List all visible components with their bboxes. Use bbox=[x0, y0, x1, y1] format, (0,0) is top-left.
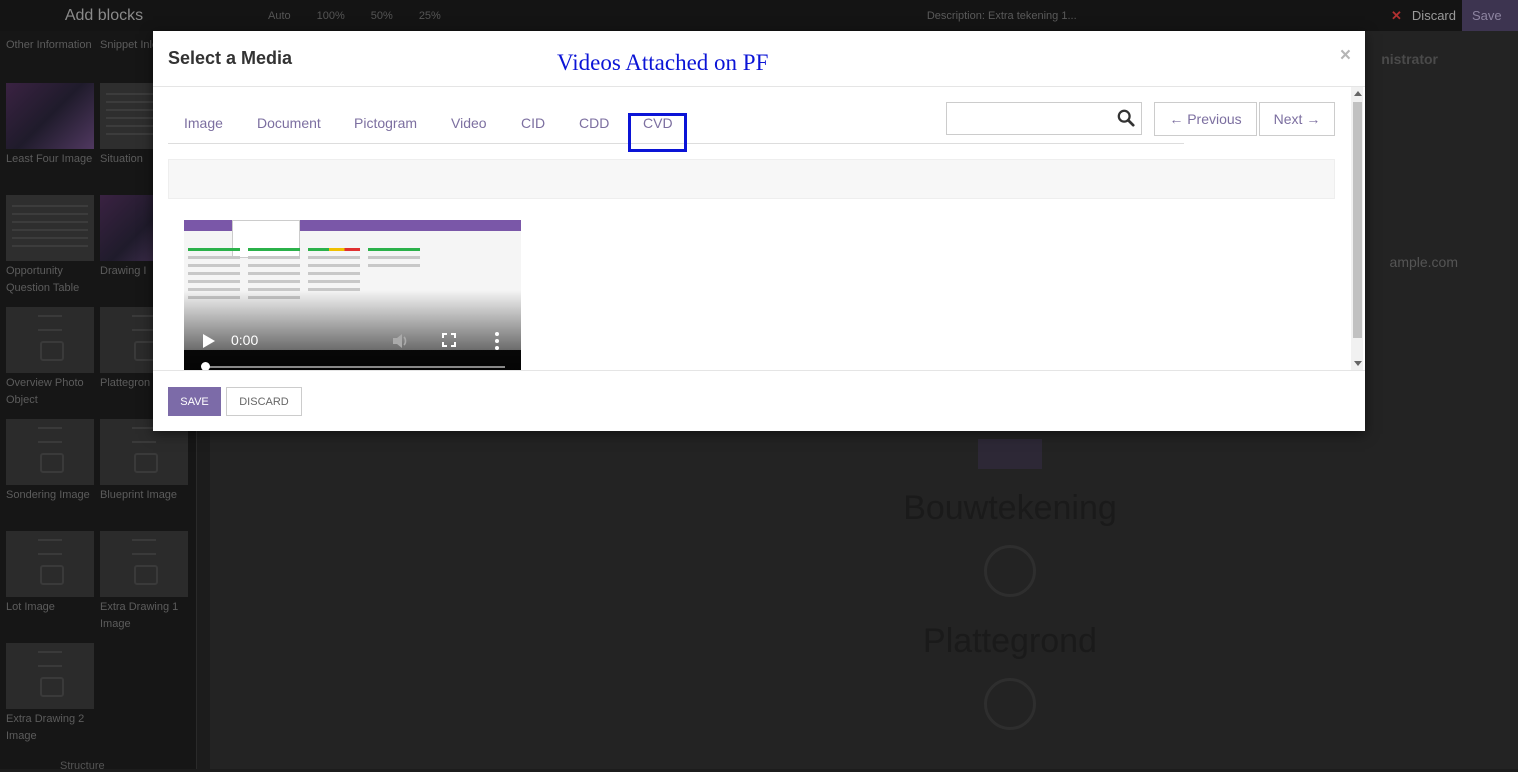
block-lot-image[interactable]: Lot Image bbox=[6, 531, 94, 616]
scroll-thumb[interactable] bbox=[1353, 102, 1362, 338]
tab-cvd[interactable]: CVD bbox=[643, 115, 673, 131]
block-label: Blueprint Image bbox=[100, 489, 178, 501]
select-media-dialog: Select a Media Videos Attached on PF × I… bbox=[153, 31, 1365, 431]
camera-icon bbox=[6, 307, 94, 373]
more-options-icon[interactable] bbox=[495, 332, 499, 350]
block-sondering-image[interactable]: Sondering Image bbox=[6, 419, 94, 504]
tab-image[interactable]: Image bbox=[184, 115, 223, 131]
editor-save-button[interactable]: Save bbox=[1462, 0, 1518, 31]
dialog-footer: SAVE DISCARD bbox=[153, 370, 1365, 432]
tab-cid[interactable]: CID bbox=[521, 115, 545, 131]
close-icon[interactable]: × bbox=[1340, 45, 1351, 67]
image-placeholder bbox=[978, 439, 1042, 469]
video-progress-knob[interactable] bbox=[201, 362, 210, 370]
editor-discard-button[interactable]: ✕ Discard bbox=[1391, 0, 1456, 31]
camera-icon bbox=[6, 419, 94, 485]
block-label: Other Information bbox=[6, 39, 92, 51]
block-overview-photo-object[interactable]: Overview Photo Object bbox=[6, 307, 94, 409]
dialog-title: Select a Media bbox=[168, 48, 293, 68]
block-least-four-image[interactable]: Least Four Image bbox=[6, 83, 94, 168]
discard-x-icon: ✕ bbox=[1391, 7, 1402, 23]
previous-button[interactable]: ← Previous bbox=[1154, 102, 1257, 136]
editor-toolbar: Add blocks Auto 100% 50% 25% Description… bbox=[0, 0, 1518, 31]
block-label: Opportunity Question Table bbox=[6, 265, 80, 294]
volume-icon[interactable] bbox=[392, 333, 410, 349]
camera-off-icon bbox=[984, 678, 1036, 730]
toolbar-auto[interactable]: Auto bbox=[268, 10, 291, 22]
block-opportunity-question-table[interactable]: Opportunity Question Table bbox=[6, 195, 94, 297]
tab-pictogram[interactable]: Pictogram bbox=[354, 115, 417, 131]
video-player[interactable]: 0:00 bbox=[184, 220, 521, 370]
video-progress-track[interactable] bbox=[204, 366, 505, 368]
tab-video[interactable]: Video bbox=[451, 115, 487, 131]
search-icon[interactable] bbox=[1117, 109, 1135, 127]
description-text: Description: Extra tekening 1... bbox=[926, 9, 1077, 22]
annotation-text: Videos Attached on PF bbox=[557, 50, 769, 75]
heading-plattegrond: Plattegrond bbox=[923, 622, 1097, 660]
dialog-body: Image Document Pictogram Video CID CDD C… bbox=[153, 87, 1365, 370]
dialog-scrollbar[interactable] bbox=[1351, 87, 1363, 370]
block-label: Extra Drawing 1 Image bbox=[100, 601, 179, 630]
search-input[interactable] bbox=[946, 102, 1142, 135]
block-label: Overview Photo Object bbox=[6, 377, 84, 406]
editor-discard-label: Discard bbox=[1411, 8, 1456, 23]
camera-icon bbox=[6, 531, 94, 597]
camera-off-icon bbox=[984, 545, 1036, 597]
block-other-information[interactable]: Other Information bbox=[6, 37, 94, 54]
block-thumbnail bbox=[6, 83, 94, 149]
toolbar-100[interactable]: 100% bbox=[317, 10, 345, 22]
block-label: Least Four Image bbox=[6, 153, 93, 165]
toolbar-50[interactable]: 50% bbox=[371, 10, 393, 22]
structure-tab[interactable]: Structure bbox=[60, 760, 105, 772]
toolbar-25[interactable]: 25% bbox=[419, 10, 441, 22]
block-extra-drawing-2-image[interactable]: Extra Drawing 2 Image bbox=[6, 643, 94, 745]
tab-document[interactable]: Document bbox=[257, 115, 321, 131]
video-time: 0:00 bbox=[231, 332, 259, 348]
tab-cdd[interactable]: CDD bbox=[579, 115, 609, 131]
block-label: Sondering Image bbox=[6, 489, 90, 501]
add-blocks-title: Add blocks bbox=[64, 6, 144, 24]
heading-bouwtekening: Bouwtekening bbox=[903, 489, 1117, 527]
block-thumbnail bbox=[6, 195, 94, 261]
editor-save-label: Save bbox=[1472, 8, 1502, 23]
admin-menu[interactable]: nistrator bbox=[1381, 51, 1438, 67]
next-button[interactable]: Next → bbox=[1259, 102, 1335, 136]
scroll-down-icon[interactable] bbox=[1354, 361, 1362, 366]
media-info-strip bbox=[168, 159, 1335, 199]
scroll-up-icon[interactable] bbox=[1354, 91, 1362, 96]
block-label: Extra Drawing 2 Image bbox=[6, 713, 85, 742]
camera-icon bbox=[6, 643, 94, 709]
play-icon[interactable] bbox=[203, 334, 215, 348]
video-controls: 0:00 bbox=[184, 328, 521, 354]
camera-icon bbox=[100, 531, 188, 597]
discard-button[interactable]: DISCARD bbox=[226, 387, 302, 416]
save-button[interactable]: SAVE bbox=[168, 387, 221, 416]
block-label: Lot Image bbox=[6, 601, 55, 613]
email-text: ample.com bbox=[1389, 254, 1458, 270]
block-extra-drawing-1-image[interactable]: Extra Drawing 1 Image bbox=[100, 531, 188, 633]
fullscreen-icon[interactable] bbox=[442, 333, 456, 347]
dialog-header: Select a Media Videos Attached on PF × bbox=[153, 31, 1365, 87]
